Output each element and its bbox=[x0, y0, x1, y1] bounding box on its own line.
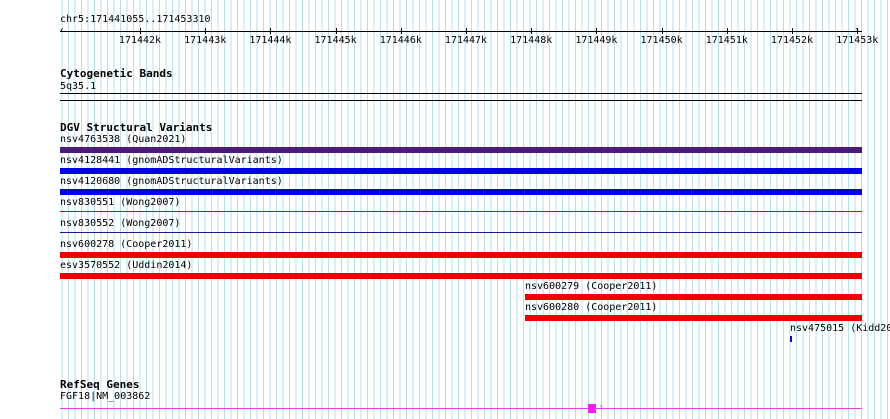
feature-bar[interactable] bbox=[525, 315, 862, 321]
ruler-tick-label: 171453k bbox=[836, 35, 879, 46]
gene-intron-line[interactable] bbox=[60, 408, 862, 409]
ruler-tick-label: 171443k bbox=[184, 35, 227, 46]
ruler-tick bbox=[400, 28, 402, 34]
ruler-tick-label: 171446k bbox=[379, 35, 422, 46]
ruler-tick bbox=[596, 28, 598, 34]
feature-label[interactable]: nsv600280 (Cooper2011) bbox=[525, 302, 657, 314]
cytoband-bar-bottom bbox=[60, 100, 862, 101]
feature-label[interactable]: nsv830552 (Wong2007) bbox=[60, 218, 180, 230]
feature-bar[interactable] bbox=[60, 168, 862, 174]
gene-label[interactable]: FGF18|NM_003862 bbox=[60, 391, 150, 403]
cytoband-bar-top[interactable] bbox=[60, 93, 862, 94]
ruler-tick bbox=[726, 28, 728, 34]
ruler-tick bbox=[140, 28, 141, 34]
ruler-tick bbox=[205, 28, 207, 34]
feature-label[interactable]: nsv4120680 (gnomADStructuralVariants) bbox=[60, 176, 283, 188]
genome-browser-view[interactable]: chr5:171441055..171453310 ‹ › 171442k 171… bbox=[0, 0, 890, 419]
background-grid bbox=[61, 0, 888, 419]
refseq-track-title: RefSeq Genes bbox=[60, 378, 140, 391]
ruler-tick-label: 171452k bbox=[770, 35, 814, 46]
feature-bar[interactable] bbox=[60, 211, 862, 212]
feature-label[interactable]: nsv600279 (Cooper2011) bbox=[525, 281, 657, 293]
ruler-tick bbox=[792, 28, 793, 34]
feature-label[interactable]: esv3570552 (Uddin2014) bbox=[60, 260, 192, 272]
feature-label[interactable]: nsv4763538 (Quan2021) bbox=[60, 134, 186, 146]
dgv-track-title: DGV Structural Variants bbox=[60, 121, 213, 134]
location-label: chr5:171441055..171453310 bbox=[60, 14, 211, 25]
feature-label[interactable]: nsv475015 (Kidd20 bbox=[790, 323, 890, 335]
feature-label[interactable]: nsv600278 (Cooper2011) bbox=[60, 239, 192, 251]
ruler-tick bbox=[466, 28, 467, 34]
ruler-tick bbox=[661, 28, 663, 34]
ruler-tick-label: 171444k bbox=[249, 35, 292, 46]
cytoband-label: 5q35.1 bbox=[60, 81, 97, 92]
feature-bar[interactable] bbox=[60, 273, 862, 279]
ruler-tick-label: 171449k bbox=[575, 35, 618, 46]
ruler-tick bbox=[531, 28, 533, 34]
feature-bar[interactable] bbox=[60, 232, 862, 233]
feature-bar[interactable] bbox=[525, 294, 862, 300]
ruler-tick-label: 171442k bbox=[118, 35, 162, 46]
ruler-tick bbox=[335, 28, 337, 34]
ruler-tick-label: 171445k bbox=[314, 35, 357, 46]
feature-bar[interactable] bbox=[790, 336, 792, 342]
gene-exon[interactable] bbox=[588, 404, 596, 413]
ruler-tick-label: 171447k bbox=[444, 35, 488, 46]
feature-bar[interactable] bbox=[60, 147, 862, 153]
ruler-tick bbox=[270, 28, 272, 34]
cytoband-track-title: Cytogenetic Bands bbox=[60, 67, 173, 80]
ruler-tick-label: 171448k bbox=[510, 35, 553, 46]
feature-bar[interactable] bbox=[60, 252, 862, 258]
ruler-tick bbox=[857, 28, 859, 34]
ruler-tick-label: 171450k bbox=[640, 35, 683, 46]
strand-arrow-icon: › bbox=[598, 402, 605, 413]
ruler-left-arrow-icon: ‹ bbox=[59, 25, 66, 36]
ruler-tick-label: 171451k bbox=[705, 35, 748, 46]
ruler-axis bbox=[60, 31, 862, 32]
feature-bar[interactable] bbox=[60, 189, 862, 195]
feature-label[interactable]: nsv830551 (Wong2007) bbox=[60, 197, 180, 209]
feature-label[interactable]: nsv4128441 (gnomADStructuralVariants) bbox=[60, 155, 283, 167]
